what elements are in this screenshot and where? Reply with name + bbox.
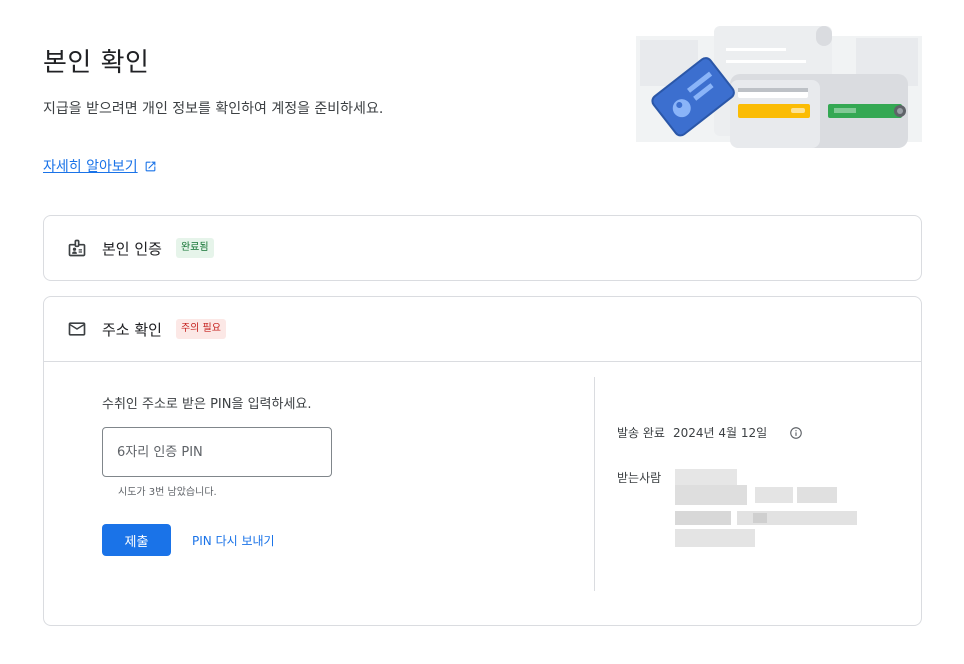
column-divider — [594, 377, 595, 591]
info-icon[interactable] — [789, 426, 803, 440]
learn-more-link[interactable]: 자세히 알아보기 — [43, 156, 157, 176]
identity-card-title: 본인 인증 — [102, 239, 162, 258]
mail-icon — [66, 318, 88, 340]
address-card-title: 주소 확인 — [102, 320, 162, 339]
page-description: 지급을 받으려면 개인 정보를 확인하여 계정을 준비하세요. — [43, 101, 384, 117]
status-badge: 완료됨 — [175, 238, 214, 258]
resend-pin-link[interactable]: PIN 다시 보내기 — [192, 532, 275, 549]
card-divider — [44, 361, 921, 362]
page-title: 본인 확인 — [43, 48, 150, 78]
recipient-address-redacted — [675, 469, 860, 555]
external-link-icon — [145, 161, 155, 171]
learn-more-label: 자세히 알아보기 — [43, 159, 138, 175]
wallet-illustration — [636, 26, 922, 148]
sent-date: 2024년 4월 12일 — [672, 426, 768, 440]
attempts-remaining: 시도가 3번 남았습니다. — [118, 487, 217, 498]
sent-info: 발송 완료 2024년 4월 12일 — [617, 424, 803, 441]
address-verification-card: 주소 확인 주의 필요 수취인 주소로 받은 PIN을 입력하세요. 시도가 3… — [43, 296, 922, 626]
recipient-label: 받는사람 — [617, 471, 662, 485]
status-badge: 주의 필요 — [175, 319, 226, 339]
submit-button[interactable]: 제출 — [102, 524, 171, 556]
pin-input[interactable] — [102, 427, 332, 477]
identity-verification-card[interactable]: 본인 인증 완료됨 — [43, 215, 922, 281]
id-badge-icon — [66, 237, 88, 259]
address-card-header[interactable]: 주소 확인 주의 필요 — [66, 318, 226, 340]
identity-card-header: 본인 인증 완료됨 — [66, 237, 214, 259]
sent-label: 발송 완료 — [617, 426, 665, 440]
pin-instruction: 수취인 주소로 받은 PIN을 입력하세요. — [102, 397, 312, 412]
